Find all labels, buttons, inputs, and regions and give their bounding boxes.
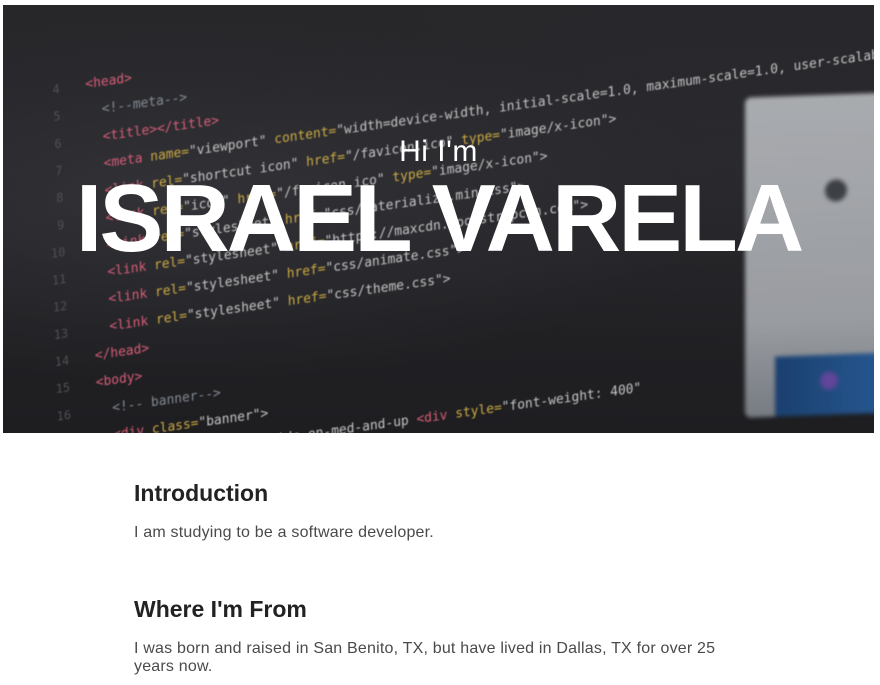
hero-greeting: Hi I'm <box>399 135 478 168</box>
hero-banner: 4 <head> 5 <!--meta--> 6 <title></title> 7 <… <box>3 5 874 433</box>
section-heading: Where I'm From <box>134 596 307 622</box>
section-where-from: Where I'm From I was born and raised in … <box>134 594 744 676</box>
hero-name: ISRAEL VARELA <box>75 165 805 272</box>
main-content: Introduction I am studying to be a softw… <box>134 478 744 676</box>
section-introduction: Introduction I am studying to be a softw… <box>134 478 744 542</box>
section-body: I am studying to be a software developer… <box>134 524 434 541</box>
section-body: I was born and raised in San Benito, TX,… <box>134 640 716 675</box>
section-heading: Introduction <box>134 480 269 506</box>
